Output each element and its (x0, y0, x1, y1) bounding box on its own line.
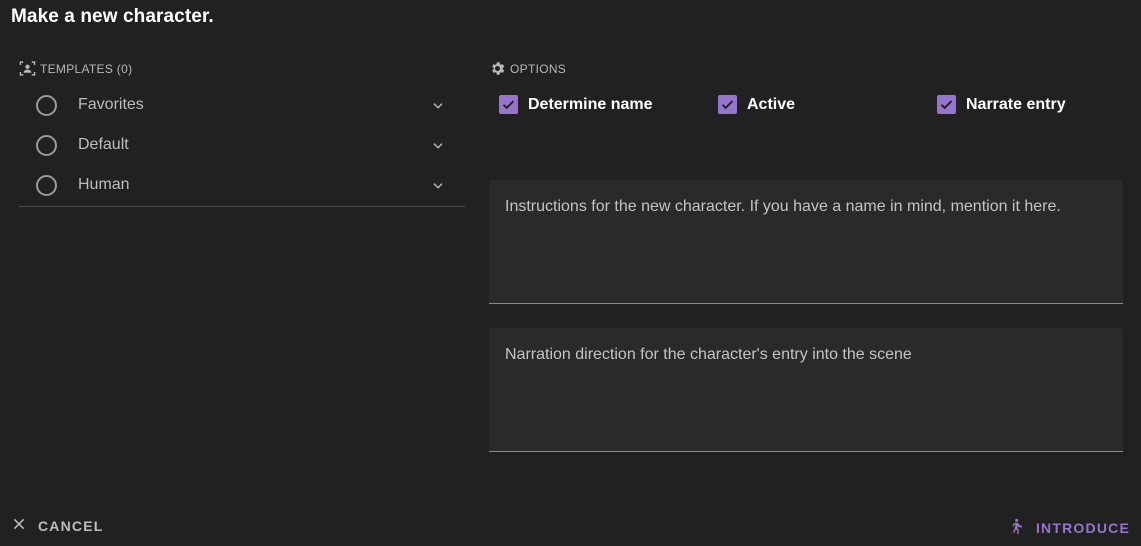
templates-header-label: TEMPLATES (0) (40, 61, 133, 76)
person-walking-icon (1010, 517, 1026, 538)
close-icon (12, 517, 26, 534)
template-item-favorites[interactable]: Favorites (19, 86, 465, 126)
template-label: Default (78, 136, 129, 153)
template-item-default[interactable]: Default (19, 126, 465, 166)
template-list: Favorites Default Human (19, 86, 465, 207)
checkbox-label: Active (747, 95, 796, 113)
instructions-textarea[interactable] (489, 180, 1123, 303)
narration-field[interactable] (489, 328, 1123, 452)
template-label: Favorites (78, 96, 144, 113)
options-header: OPTIONS (489, 60, 566, 77)
account-group-icon (19, 60, 36, 77)
narrate-entry-checkbox[interactable]: Narrate entry (937, 95, 1066, 114)
introduce-label: INTRODUCE (1035, 519, 1130, 536)
narration-textarea[interactable] (489, 328, 1123, 451)
radio-icon[interactable] (36, 135, 57, 156)
checkbox-checked-icon[interactable] (499, 95, 518, 114)
checkbox-label: Narrate entry (966, 95, 1066, 113)
chevron-down-icon[interactable] (431, 99, 445, 118)
options-header-label: OPTIONS (510, 61, 567, 76)
instructions-field[interactable] (489, 180, 1123, 304)
radio-icon[interactable] (36, 95, 57, 116)
template-label: Human (78, 176, 130, 193)
template-item-human[interactable]: Human (19, 166, 465, 206)
determine-name-checkbox[interactable]: Determine name (499, 95, 653, 114)
active-checkbox[interactable]: Active (718, 95, 795, 114)
checkbox-label: Determine name (528, 95, 653, 113)
chevron-down-icon[interactable] (431, 179, 445, 198)
radio-icon[interactable] (36, 175, 57, 196)
new-character-dialog: Make a new character. TEMPLATES (0) Favo… (0, 0, 1141, 546)
cancel-label: CANCEL (38, 517, 104, 534)
cancel-button[interactable]: CANCEL (12, 517, 104, 534)
checkbox-checked-icon[interactable] (937, 95, 956, 114)
checkbox-checked-icon[interactable] (718, 95, 737, 114)
templates-header: TEMPLATES (0) (19, 60, 132, 77)
gear-icon (489, 60, 506, 77)
dialog-title: Make a new character. (11, 6, 214, 27)
introduce-button[interactable]: INTRODUCE (1010, 517, 1130, 538)
chevron-down-icon[interactable] (431, 139, 445, 158)
